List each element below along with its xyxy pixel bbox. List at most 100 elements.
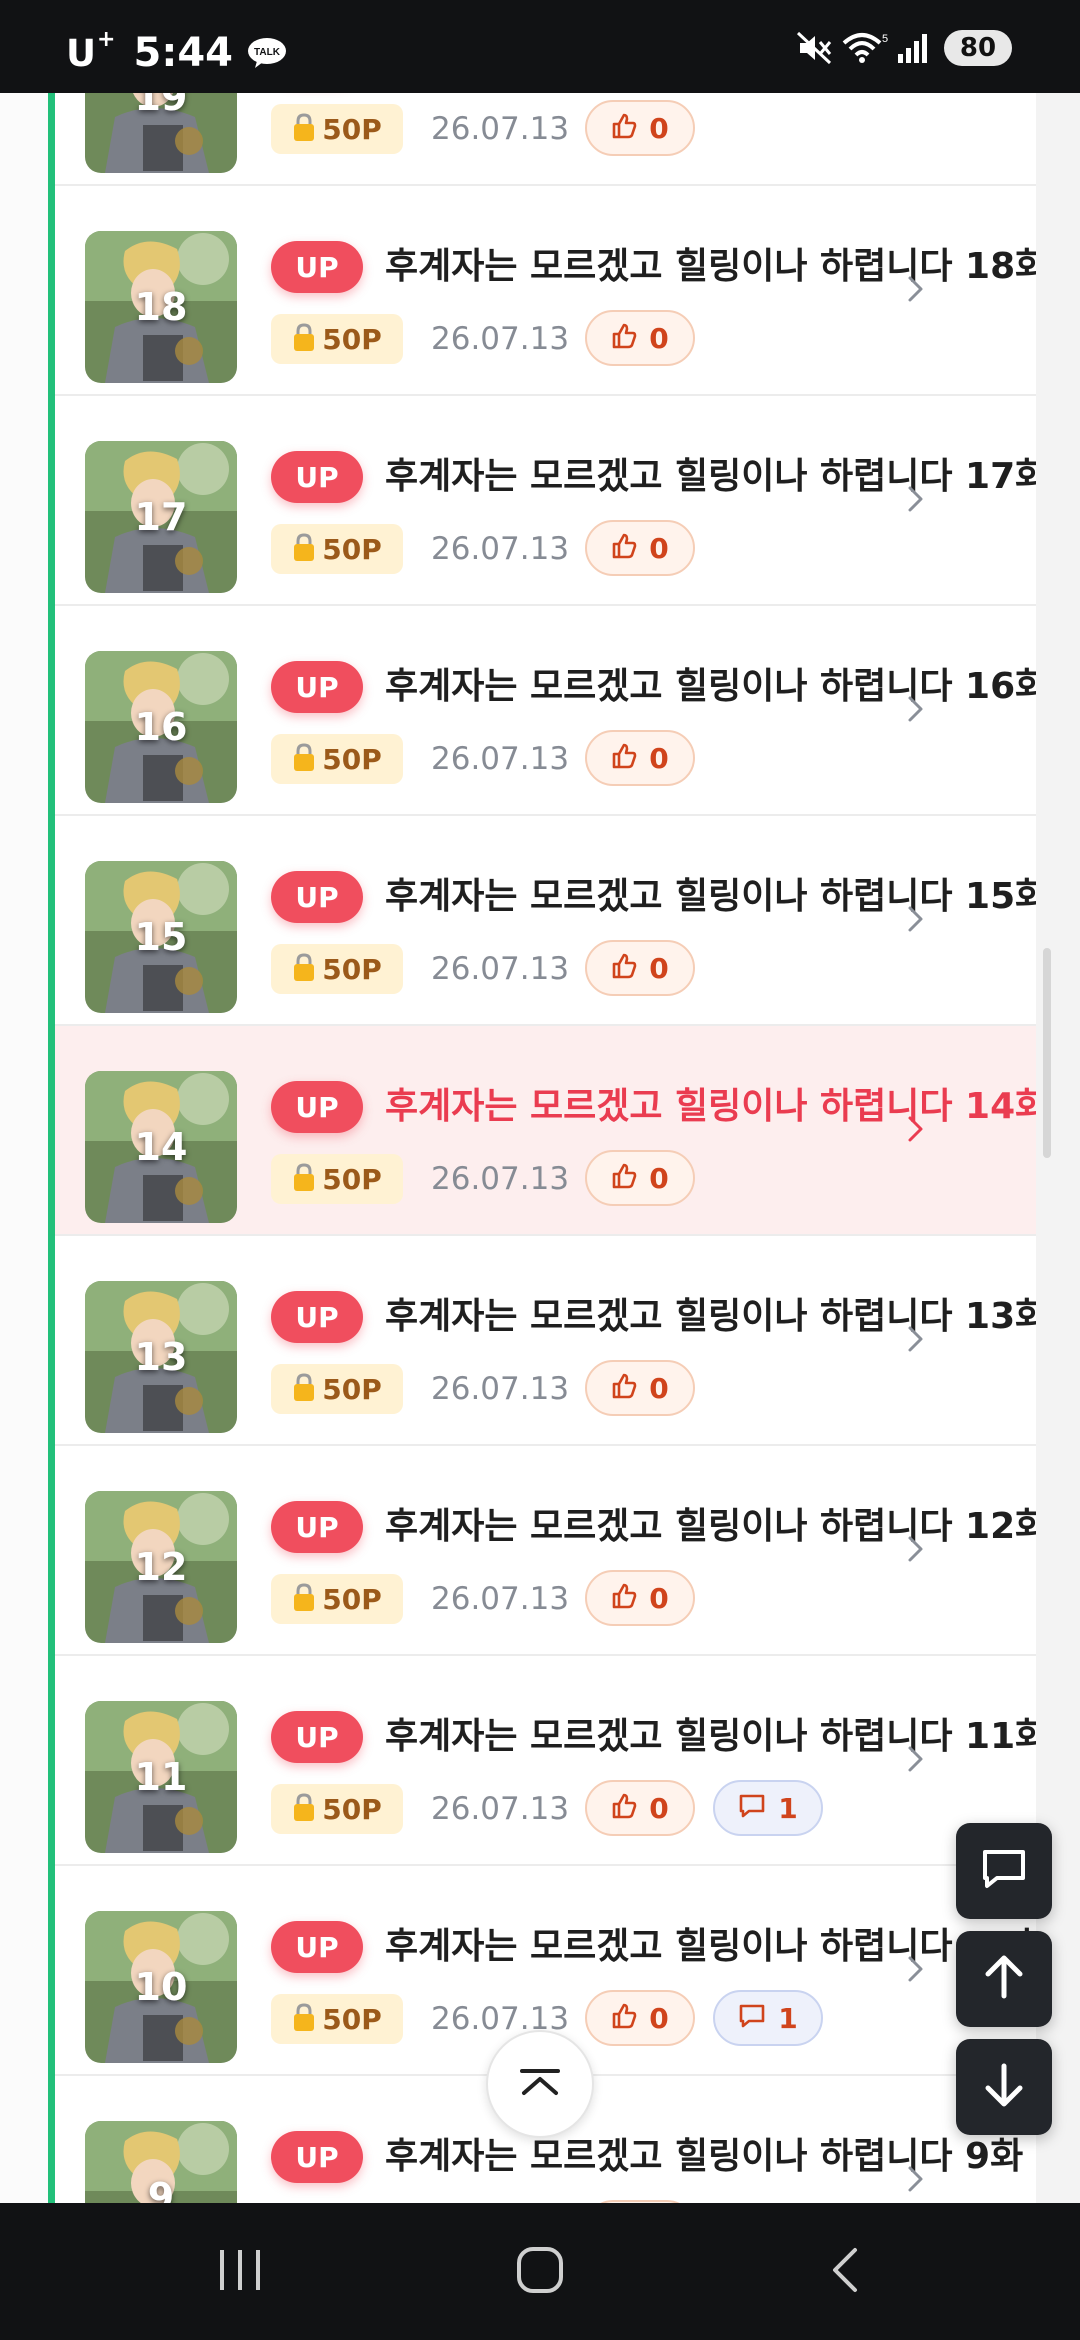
chevron-right-icon — [905, 692, 927, 726]
episode-thumbnail: 11 — [85, 1701, 237, 1853]
chevron-right-icon — [905, 2162, 927, 2196]
episode-row[interactable]: 18 UP 후계자는 모르겠고 힐링이나 하렵니다 18화 50P 26.07.… — [55, 186, 1048, 396]
clock: 5:44 — [133, 30, 233, 76]
back-button[interactable] — [764, 2203, 924, 2340]
up-badge: UP — [271, 1711, 363, 1763]
price-tag: 50P — [271, 944, 403, 994]
like-button[interactable]: 0 — [585, 730, 695, 786]
like-button[interactable]: 0 — [585, 1150, 695, 1206]
like-button[interactable]: 0 — [585, 1780, 695, 1836]
episode-number: 16 — [134, 705, 188, 749]
episode-row[interactable]: 16 UP 후계자는 모르겠고 힐링이나 하렵니다 16화 50P 26.07.… — [55, 606, 1048, 816]
chevron-right-icon — [905, 1532, 927, 1566]
svg-text:TALK: TALK — [254, 47, 281, 58]
recent-apps-button[interactable] — [160, 2203, 320, 2340]
release-date: 26.07.13 — [431, 111, 570, 147]
thumbs-up-icon — [611, 743, 637, 773]
scroll-to-top-button[interactable] — [486, 2030, 594, 2138]
up-badge: UP — [271, 241, 363, 293]
episode-thumbnail: 17 — [85, 441, 237, 593]
episode-row[interactable]: 12 UP 후계자는 모르겠고 힐링이나 하렵니다 12화 50P 26.07.… — [55, 1446, 1048, 1656]
like-button[interactable]: 0 — [585, 1570, 695, 1626]
scrollbar-thumb[interactable] — [1043, 948, 1051, 1158]
up-badge: UP — [271, 661, 363, 713]
price-tag: 50P — [271, 104, 403, 154]
like-count: 0 — [649, 741, 669, 775]
like-button[interactable]: 0 — [585, 940, 695, 996]
lock-icon — [292, 532, 316, 566]
up-badge: UP — [271, 2131, 363, 2183]
scroll-up-fab-button[interactable] — [956, 1931, 1052, 2027]
thumbs-up-icon — [611, 533, 637, 563]
episode-title: 후계자는 모르겠고 힐링이나 하렵니다 15화 — [385, 876, 1049, 917]
thumbs-up-icon — [611, 113, 637, 143]
episode-number: 9 — [147, 2175, 175, 2203]
like-count: 0 — [649, 531, 669, 565]
up-badge: UP — [271, 1291, 363, 1343]
arrow-up-icon — [982, 1954, 1026, 2004]
home-button[interactable] — [460, 2203, 620, 2340]
up-badge: UP — [271, 1921, 363, 1973]
lock-icon — [292, 1582, 316, 1616]
svg-text:5: 5 — [882, 33, 888, 45]
episode-row[interactable]: 11 UP 후계자는 모르겠고 힐링이나 하렵니다 11화 50P 26.07.… — [55, 1656, 1048, 1866]
comment-count: 1 — [778, 2001, 798, 2035]
up-badge: UP — [271, 871, 363, 923]
chevron-right-icon — [905, 93, 927, 96]
like-button[interactable]: 0 — [585, 1360, 695, 1416]
chevron-right-icon — [905, 902, 927, 936]
episode-title: 후계자는 모르겠고 힐링이나 하렵니다 13화 — [385, 1296, 1049, 1337]
back-icon — [827, 2246, 861, 2298]
price-label: 50P — [322, 952, 382, 986]
chevron-right-icon — [905, 1952, 927, 1986]
thumbs-up-icon — [611, 1373, 637, 1403]
lock-icon — [292, 1372, 316, 1406]
episode-list: 19 UP 후계자는 모르겠고 힐링이나 하렵니다 19화 50P 26.07.… — [48, 93, 1048, 2203]
release-date: 26.07.13 — [431, 1161, 570, 1197]
like-button[interactable]: 0 — [585, 1990, 695, 2046]
episode-title: 후계자는 모르겠고 힐링이나 하렵니다 16화 — [385, 666, 1049, 707]
like-button[interactable]: 0 — [585, 520, 695, 576]
comment-button[interactable]: 1 — [713, 1780, 823, 1836]
episode-row[interactable]: 19 UP 후계자는 모르겠고 힐링이나 하렵니다 19화 50P 26.07.… — [55, 93, 1036, 186]
price-tag: 50P — [271, 524, 403, 574]
price-tag: 50P — [271, 734, 403, 784]
like-button[interactable]: 0 — [585, 100, 695, 156]
system-nav-bar — [0, 2203, 1080, 2340]
like-count: 0 — [649, 1371, 669, 1405]
price-label: 50P — [322, 532, 382, 566]
episode-title: 후계자는 모르겠고 힐링이나 하렵니다 12화 — [385, 1506, 1049, 1547]
episode-thumbnail: 14 — [85, 1071, 237, 1223]
price-tag: 50P — [271, 1994, 403, 2044]
comment-button[interactable]: 1 — [713, 1990, 823, 2046]
comment-fab-button[interactable] — [956, 1823, 1052, 1919]
episode-row[interactable]: 15 UP 후계자는 모르겠고 힐링이나 하렵니다 15화 50P 26.07.… — [55, 816, 1048, 1026]
home-icon — [516, 2246, 564, 2298]
episode-list-viewport[interactable]: 19 UP 후계자는 모르겠고 힐링이나 하렵니다 19화 50P 26.07.… — [0, 93, 1080, 2203]
lock-icon — [292, 742, 316, 776]
episode-number: 19 — [134, 93, 188, 119]
recent-apps-icon — [216, 2248, 264, 2296]
episode-row[interactable]: 17 UP 후계자는 모르겠고 힐링이나 하렵니다 17화 50P 26.07.… — [55, 396, 1048, 606]
like-button[interactable]: 0 — [585, 310, 695, 366]
chevron-right-icon — [905, 1742, 927, 1776]
comment-count: 1 — [778, 1791, 798, 1825]
lock-icon — [292, 322, 316, 356]
kakaotalk-icon: TALK — [247, 37, 287, 69]
up-badge: UP — [271, 1501, 363, 1553]
comment-bubble-icon — [981, 1848, 1027, 1894]
price-label: 50P — [322, 112, 382, 146]
battery-indicator: 80 — [944, 30, 1012, 66]
status-bar: U+ 5:44 TALK 5 80 — [0, 0, 1080, 93]
price-tag: 50P — [271, 314, 403, 364]
episode-row[interactable]: 13 UP 후계자는 모르겠고 힐링이나 하렵니다 13화 50P 26.07.… — [55, 1236, 1048, 1446]
scroll-down-fab-button[interactable] — [956, 2039, 1052, 2135]
price-label: 50P — [322, 2002, 382, 2036]
episode-thumbnail: 16 — [85, 651, 237, 803]
episode-number: 15 — [134, 915, 188, 959]
release-date: 26.07.13 — [431, 1791, 570, 1827]
episode-row[interactable]: 14 UP 후계자는 모르겠고 힐링이나 하렵니다 14화 50P 26.07.… — [55, 1026, 1048, 1236]
comment-icon — [738, 2003, 766, 2033]
episode-title: 후계자는 모르겠고 힐링이나 하렵니다 9화 — [385, 2136, 1024, 2177]
episode-number: 17 — [134, 495, 188, 539]
